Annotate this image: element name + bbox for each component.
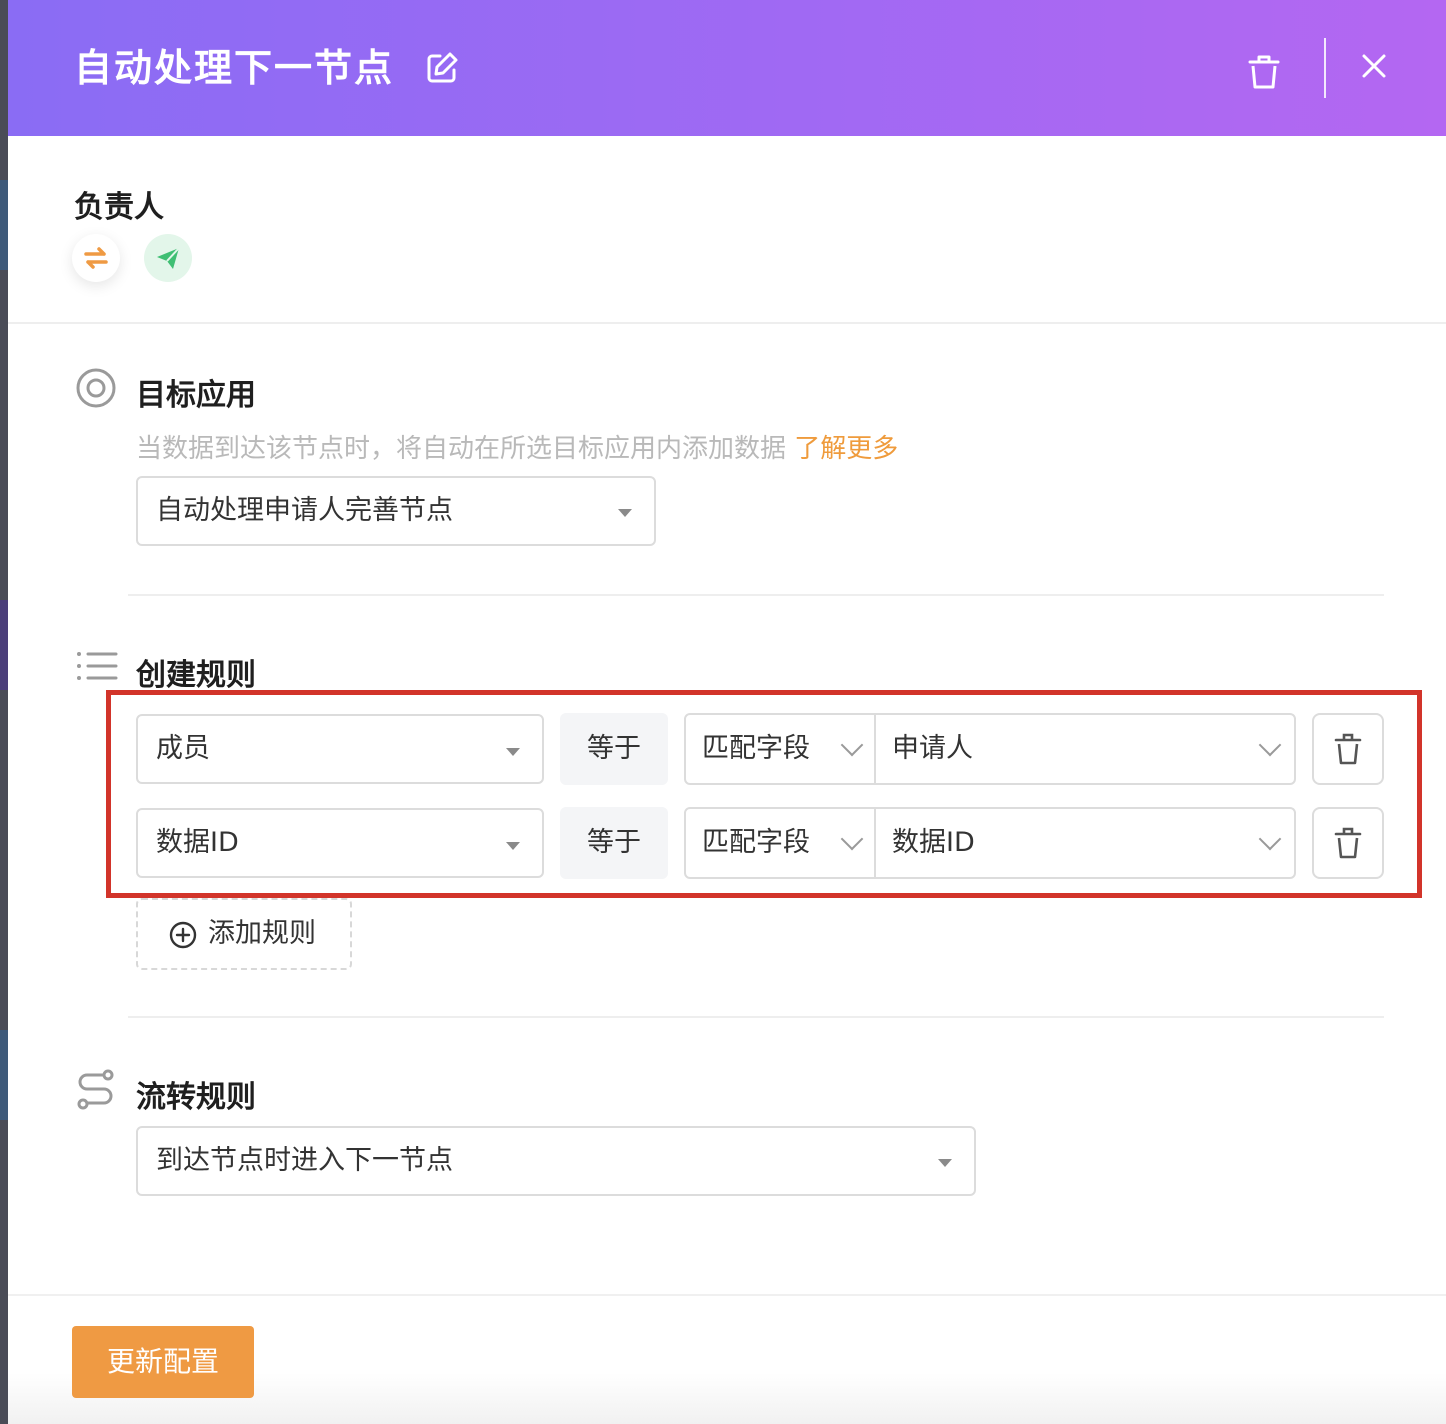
target-app-select[interactable]: 自动处理申请人完善节点 (136, 476, 656, 546)
flow-rule-select[interactable]: 到达节点时进入下一节点 (136, 1126, 976, 1196)
drawer-header: 自动处理下一节点 (8, 0, 1446, 136)
rule-match-select[interactable]: 匹配字段 申请人 (684, 713, 1296, 785)
node-title: 自动处理下一节点 (74, 46, 395, 90)
target-app-title: 目标应用 (136, 378, 256, 413)
owner-label: 负责人 (74, 190, 164, 225)
flow-rules-title: 流转规则 (136, 1080, 256, 1115)
trash-icon[interactable] (1246, 52, 1282, 92)
header-divider (1324, 38, 1326, 98)
background-page-edge (0, 0, 8, 1424)
match-type-select[interactable]: 匹配字段 (686, 809, 876, 877)
delete-rule-button[interactable] (1312, 713, 1384, 785)
rule-field-select[interactable]: 数据ID (136, 808, 544, 878)
rule-operator: 等于 (560, 713, 668, 785)
trash-icon (1334, 733, 1362, 765)
section-divider (128, 1016, 1384, 1018)
rule-field-select[interactable]: 成员 (136, 714, 544, 784)
rule-field-value: 数据ID (156, 827, 239, 858)
target-app-selected-value: 自动处理申请人完善节点 (156, 495, 453, 526)
match-type-value: 匹配字段 (702, 733, 810, 764)
chevron-down-icon (1258, 827, 1282, 851)
flow-rule-selected-value: 到达节点时进入下一节点 (156, 1145, 453, 1176)
match-value: 数据ID (892, 827, 975, 858)
section-divider (8, 322, 1446, 324)
chevron-down-icon (840, 827, 864, 851)
add-rule-label: 添加规则 (208, 918, 316, 949)
target-icon (76, 368, 116, 408)
learn-more-link[interactable]: 了解更多 (794, 434, 898, 464)
route-icon (77, 1069, 114, 1110)
target-app-description: 当数据到达该节点时，将自动在所选目标应用内添加数据 了解更多 (136, 434, 899, 464)
caret-down-icon (506, 748, 520, 756)
section-divider (128, 594, 1384, 596)
match-value: 申请人 (892, 733, 973, 764)
paper-plane-icon[interactable] (144, 234, 192, 282)
swap-icon[interactable] (72, 234, 120, 282)
create-rules-title: 创建规则 (136, 658, 256, 693)
rule-match-select[interactable]: 匹配字段 数据ID (684, 807, 1296, 879)
trash-icon (1334, 827, 1362, 859)
update-config-button[interactable]: 更新配置 (72, 1326, 254, 1398)
rule-field-value: 成员 (156, 733, 210, 764)
match-type-select[interactable]: 匹配字段 (686, 715, 876, 783)
match-type-value: 匹配字段 (702, 827, 810, 858)
close-icon[interactable] (1358, 50, 1390, 82)
plus-circle-icon (169, 921, 197, 949)
chevron-down-icon (840, 733, 864, 757)
rule-operator: 等于 (560, 807, 668, 879)
list-icon (77, 652, 118, 680)
add-rule-button[interactable]: 添加规则 (136, 898, 352, 970)
caret-down-icon (506, 842, 520, 850)
node-config-drawer: 自动处理下一节点 负责人 目标应用 当数据到达该节点时，将自动在所选目标应用内添… (8, 0, 1446, 1424)
edit-icon[interactable] (424, 50, 460, 86)
delete-rule-button[interactable] (1312, 807, 1384, 879)
caret-down-icon (618, 509, 632, 517)
caret-down-icon (938, 1159, 952, 1167)
chevron-down-icon (1258, 733, 1282, 757)
